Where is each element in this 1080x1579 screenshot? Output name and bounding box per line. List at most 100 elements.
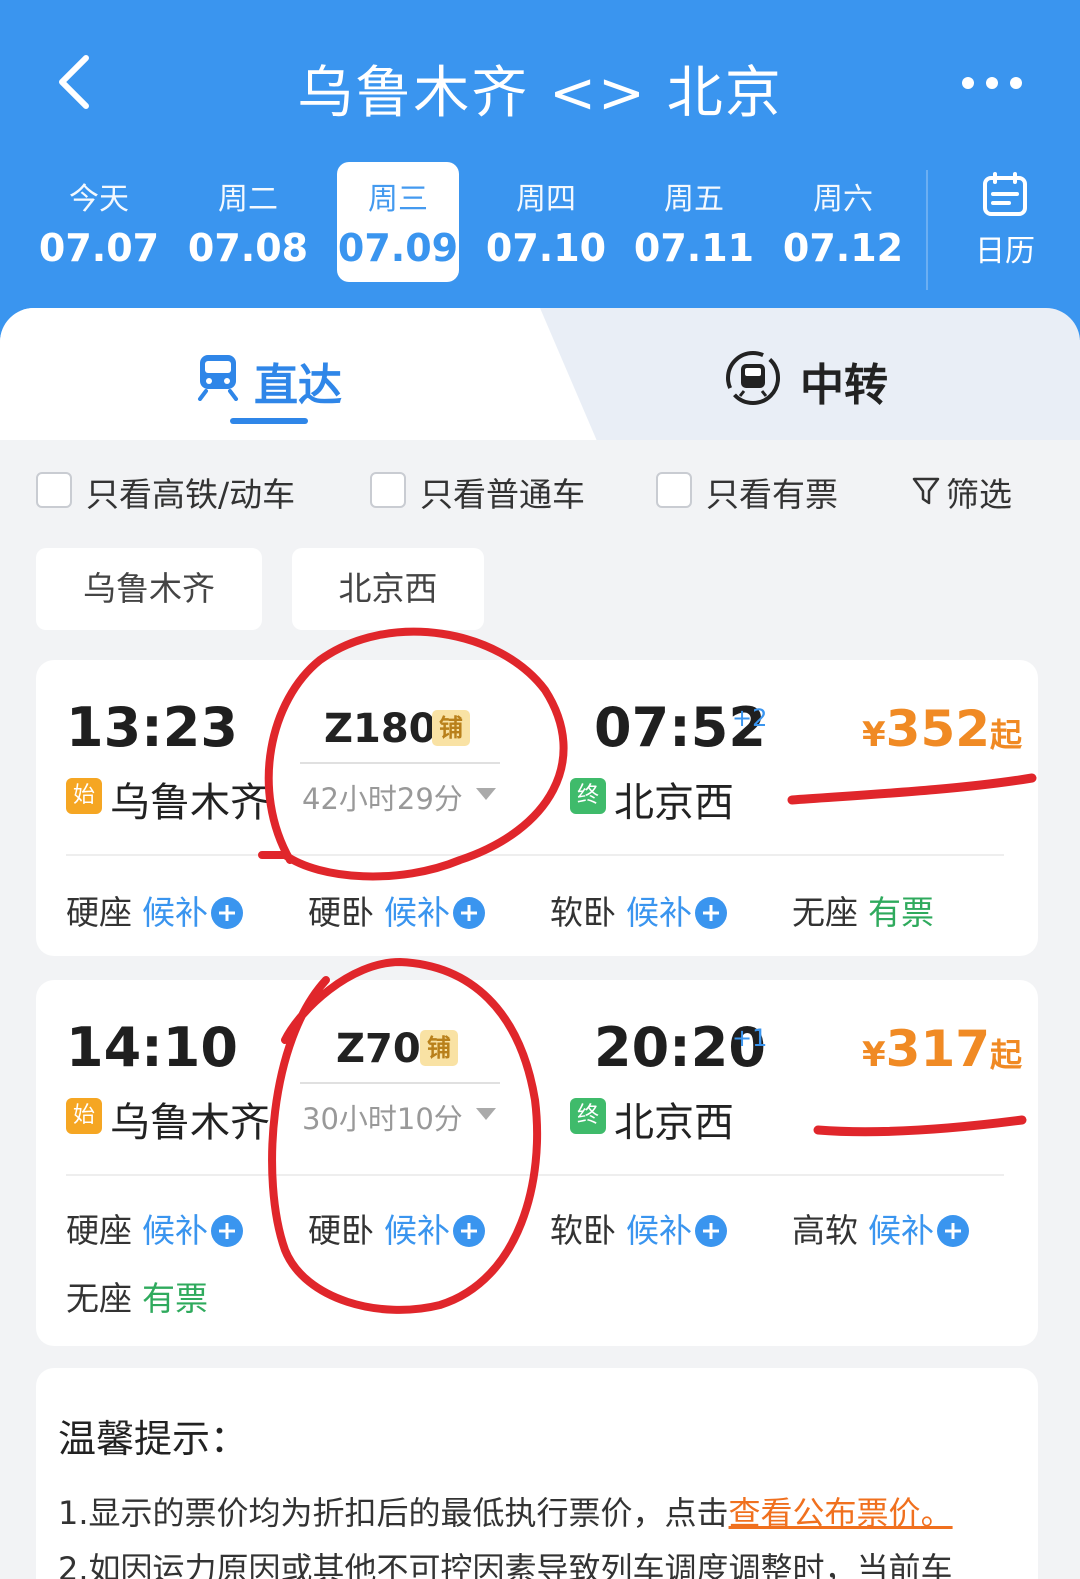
- start-station-badge: 始: [66, 778, 102, 814]
- seat-hard-sleeper[interactable]: 硬卧 候补: [308, 1204, 486, 1250]
- tips-line-2: 2.如因运力原因或其他不可控因素导致列车调度调整时，当前车: [58, 1550, 953, 1579]
- calendar-button[interactable]: 日历: [950, 172, 1060, 272]
- date-strip: 今天 07.07 周二 07.08 周三 07.09 周四 07.10 周五 0…: [24, 162, 924, 286]
- seat-status: 候补: [626, 893, 692, 932]
- plus-circle-icon: [453, 897, 485, 929]
- price-value: 352: [885, 700, 991, 758]
- date-tue[interactable]: 周二 07.08: [187, 162, 309, 282]
- train-card[interactable]: 14:10 始 乌鲁木齐 Z70 铺 30小时10分 20:20 +1 终 北京…: [36, 980, 1038, 1346]
- tips-line-1-text: 1.显示的票价均为折扣后的最低执行票价，点击: [58, 1494, 729, 1532]
- train-card[interactable]: 13:23 始 乌鲁木齐 Z180 铺 42小时29分 07:52 +2 终 北…: [36, 660, 1038, 956]
- caret-down-icon: [476, 1108, 496, 1120]
- weekday-label: 周五: [664, 182, 724, 217]
- checkbox[interactable]: [370, 472, 406, 508]
- seat-type: 硬卧: [308, 1211, 374, 1250]
- calendar-divider: [926, 170, 928, 290]
- seat-status: 有票: [142, 1279, 208, 1318]
- seat-type: 硬座: [66, 893, 132, 932]
- divider: [66, 854, 1004, 856]
- weekday-label: 周四: [516, 182, 576, 217]
- tab-direct[interactable]: 直达: [190, 345, 370, 411]
- seat-deluxe-soft-sleeper[interactable]: 高软 候补: [792, 1204, 970, 1250]
- seat-status: 候补: [384, 893, 450, 932]
- tab-active-underline: [230, 418, 308, 424]
- date-label: 07.12: [782, 226, 904, 270]
- date-thu[interactable]: 周四 07.10: [485, 162, 607, 282]
- seat-no-seat[interactable]: 无座 有票: [792, 886, 934, 932]
- seat-soft-sleeper[interactable]: 软卧 候补: [550, 886, 728, 932]
- seat-status: 候补: [142, 893, 208, 932]
- date-label: 07.10: [485, 226, 607, 270]
- seat-type: 无座: [66, 1279, 132, 1318]
- departure-station: 乌鲁木齐: [110, 780, 270, 826]
- price-value: 317: [885, 1020, 991, 1078]
- weekday-label: 周二: [218, 182, 278, 217]
- seat-status: 候补: [142, 1211, 208, 1250]
- date-sat[interactable]: 周六 07.12: [782, 162, 904, 282]
- seat-hard-seat[interactable]: 硬座 候补: [66, 1204, 244, 1250]
- price-currency: ¥: [862, 1035, 886, 1075]
- duration-line: [300, 1082, 500, 1084]
- station-chip-to[interactable]: 北京西: [292, 548, 484, 630]
- plus-circle-icon: [695, 897, 727, 929]
- seat-type: 硬座: [66, 1211, 132, 1250]
- plus-circle-icon: [211, 1215, 243, 1247]
- weekday-label: 周三: [368, 182, 428, 217]
- seat-hard-seat[interactable]: 硬座 候补: [66, 886, 244, 932]
- seat-type: 硬卧: [308, 893, 374, 932]
- arrival-station: 北京西: [614, 780, 734, 826]
- price: ¥352起: [862, 700, 1022, 758]
- berth-badge: 铺: [432, 710, 470, 746]
- weekday-label: 周六: [813, 182, 873, 217]
- station-chip-from[interactable]: 乌鲁木齐: [36, 548, 262, 630]
- seat-status: 候补: [868, 1211, 934, 1250]
- checkbox[interactable]: [36, 472, 72, 508]
- page-title: 乌鲁木齐 <> 北京: [297, 61, 783, 126]
- seat-hard-sleeper[interactable]: 硬卧 候补: [308, 886, 486, 932]
- date-label: 07.07: [38, 226, 160, 270]
- duration-text[interactable]: 30小时10分: [302, 1096, 463, 1138]
- duration-text[interactable]: 42小时29分: [302, 776, 463, 818]
- transfer-train-icon: [726, 351, 780, 405]
- divider: [66, 1174, 1004, 1176]
- seat-type: 无座: [792, 893, 858, 932]
- start-station-badge: 始: [66, 1098, 102, 1134]
- date-label: 07.08: [187, 226, 309, 270]
- checkbox[interactable]: [656, 472, 692, 508]
- seat-no-seat[interactable]: 无座 有票: [66, 1272, 208, 1318]
- price-currency: ¥: [862, 715, 886, 755]
- seat-type: 软卧: [550, 1211, 616, 1250]
- end-station-badge: 终: [570, 778, 606, 814]
- tab-transfer[interactable]: 中转: [720, 345, 910, 411]
- date-label: 07.09: [337, 226, 459, 270]
- filter-label: 只看普通车: [420, 475, 585, 514]
- departure-station: 乌鲁木齐: [110, 1100, 270, 1146]
- plus-circle-icon: [211, 897, 243, 929]
- tab-transfer-label: 中转: [800, 360, 888, 411]
- seat-type: 高软: [792, 1211, 858, 1250]
- more-button[interactable]: [960, 68, 1030, 98]
- berth-badge: 铺: [420, 1030, 458, 1066]
- train-icon: [198, 355, 238, 401]
- seat-status: 候补: [384, 1211, 450, 1250]
- tips-line-1-end: 。: [920, 1494, 953, 1532]
- seat-status: 有票: [868, 893, 934, 932]
- filter-label: 只看高铁/动车: [86, 475, 296, 514]
- tips-title: 温馨提示：: [58, 1417, 249, 1461]
- seat-soft-sleeper[interactable]: 软卧 候补: [550, 1204, 728, 1250]
- tab-direct-label: 直达: [254, 360, 342, 411]
- more-dots-icon: [962, 77, 1022, 89]
- date-fri[interactable]: 周五 07.11: [633, 162, 755, 282]
- view-published-fare-link[interactable]: 查看公布票价: [729, 1494, 921, 1532]
- plus-circle-icon: [453, 1215, 485, 1247]
- price-suffix: 起: [990, 716, 1023, 754]
- train-number: Z180: [324, 706, 437, 752]
- day-offset: +1: [732, 1024, 768, 1052]
- calendar-icon: [983, 172, 1027, 216]
- date-label: 07.11: [633, 226, 755, 270]
- filter-label: 只看有票: [706, 475, 838, 514]
- date-today[interactable]: 今天 07.07: [38, 162, 160, 282]
- date-wed-selected[interactable]: 周三 07.09: [337, 162, 459, 282]
- tips-panel: 温馨提示： 1.显示的票价均为折扣后的最低执行票价，点击查看公布票价。 2.如因…: [36, 1368, 1038, 1579]
- price: ¥317起: [862, 1020, 1022, 1078]
